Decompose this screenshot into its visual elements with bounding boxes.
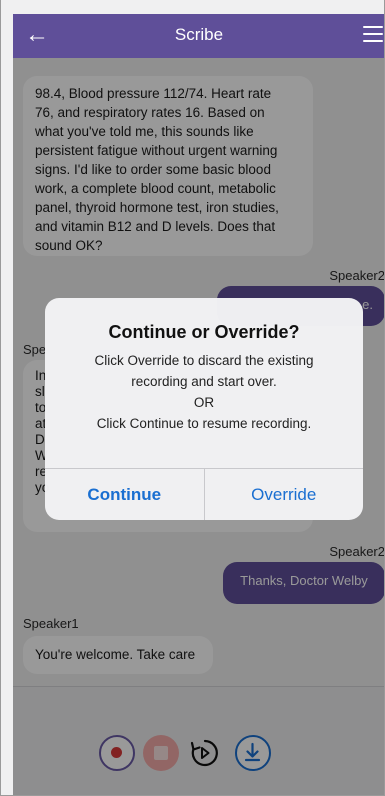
dialog-message-line: OR [193, 395, 215, 410]
continue-button[interactable]: Continue [45, 469, 205, 520]
continue-or-override-dialog: Continue or Override? Click Override to … [45, 298, 363, 520]
menu-line [363, 40, 383, 42]
menu-line [363, 26, 383, 28]
dialog-title: Continue or Override? [108, 322, 300, 342]
dialog-message-line: recording and start over. [131, 374, 277, 389]
dialog-actions: Continue Override [45, 468, 363, 520]
dialog-message-line: Click Override to discard the existing [94, 353, 314, 368]
app-screen: ← Scribe 98.4, Blood pressure 112/74. He… [0, 0, 385, 796]
menu-line [363, 33, 383, 35]
hamburger-menu-icon[interactable] [363, 26, 383, 44]
app-header: ← Scribe [13, 14, 384, 58]
dialog-message-line: Click Continue to resume recording. [96, 416, 312, 431]
page-title: Scribe [174, 25, 224, 44]
dialog-message: Click Override to discard the existing r… [59, 350, 349, 434]
override-button[interactable]: Override [205, 469, 364, 520]
